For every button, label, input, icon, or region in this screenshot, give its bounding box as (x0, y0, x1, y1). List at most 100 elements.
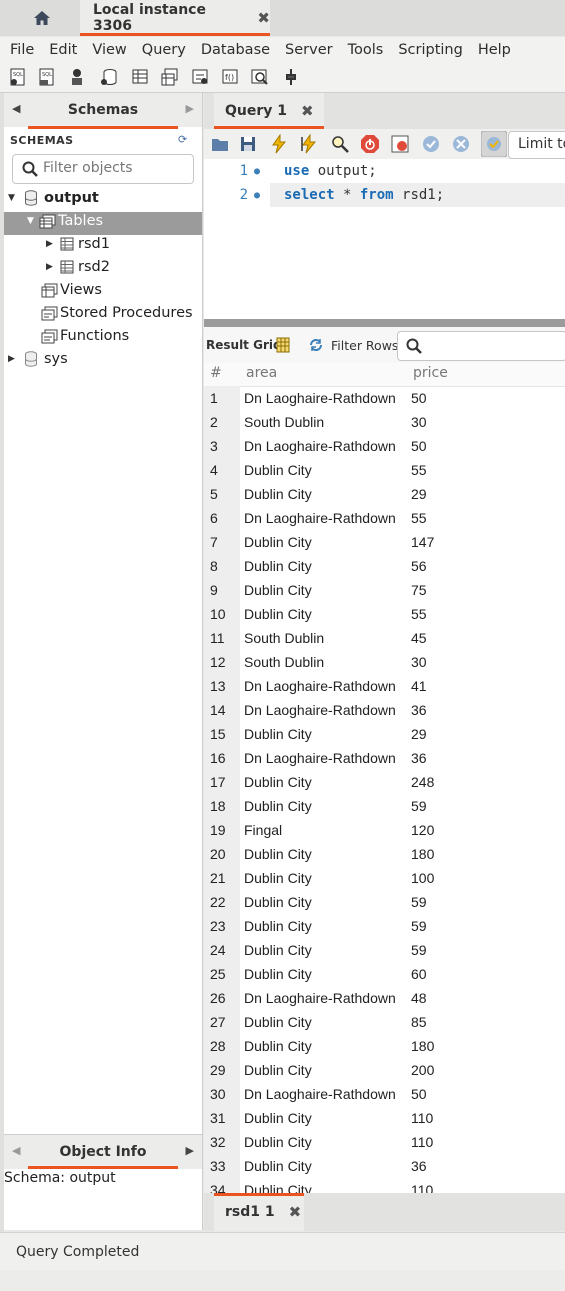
cell-area[interactable]: Dn Laoghaire-Rathdown (244, 678, 396, 694)
autocommit-toggle-icon[interactable] (481, 131, 507, 157)
cell-price[interactable]: 50 (411, 390, 427, 406)
expand-icon[interactable]: ▶ (46, 262, 58, 272)
tree-item-rsd2[interactable]: ▶ rsd2 (46, 259, 110, 275)
cell-area[interactable]: Dublin City (244, 1062, 312, 1078)
cell-price[interactable]: 59 (411, 798, 427, 814)
cell-price[interactable]: 36 (411, 702, 427, 718)
table-row[interactable]: 25 Dublin City 60 (204, 962, 565, 986)
table-row[interactable]: 2 South Dublin 30 (204, 410, 565, 434)
table-row[interactable]: 17 Dublin City 248 (204, 770, 565, 794)
table-row[interactable]: 13 Dn Laoghaire-Rathdown 41 (204, 674, 565, 698)
code-line-1[interactable]: 1 ● use output; (204, 159, 565, 183)
cell-area[interactable]: Dublin City (244, 1038, 312, 1054)
table-row[interactable]: 8 Dublin City 56 (204, 554, 565, 578)
panel-splitter[interactable] (204, 319, 565, 327)
execute-current-icon[interactable] (299, 134, 319, 154)
create-table-icon[interactable] (130, 67, 150, 87)
inspector-icon[interactable] (67, 67, 87, 87)
menu-edit[interactable]: Edit (49, 42, 77, 58)
cell-area[interactable]: Dn Laoghaire-Rathdown (244, 990, 396, 1006)
cell-price[interactable]: 248 (411, 774, 434, 790)
open-file-icon[interactable] (210, 134, 230, 154)
cell-price[interactable]: 41 (411, 678, 427, 694)
column-header-area[interactable]: area (246, 365, 277, 381)
expand-icon[interactable]: ▶ (46, 239, 58, 249)
cell-area[interactable]: Dublin City (244, 462, 312, 478)
cell-price[interactable]: 110 (411, 1134, 433, 1150)
cell-price[interactable]: 110 (411, 1182, 433, 1193)
object-info-tab[interactable]: Object Info (4, 1144, 202, 1160)
stop-icon[interactable] (360, 134, 380, 154)
cell-price[interactable]: 75 (411, 582, 427, 598)
create-view-icon[interactable] (160, 67, 180, 87)
menu-database[interactable]: Database (201, 42, 270, 58)
cell-price[interactable]: 59 (411, 918, 427, 934)
table-row[interactable]: 29 Dublin City 200 (204, 1058, 565, 1082)
cell-price[interactable]: 59 (411, 894, 427, 910)
refresh-icon[interactable]: ⟳ (178, 133, 187, 146)
table-row[interactable]: 23 Dublin City 59 (204, 914, 565, 938)
create-procedure-icon[interactable] (190, 67, 210, 87)
cell-area[interactable]: Dublin City (244, 894, 312, 910)
new-sql-tab-icon[interactable]: SQL (8, 67, 28, 87)
save-icon[interactable] (238, 134, 258, 154)
table-row[interactable]: 15 Dublin City 29 (204, 722, 565, 746)
cell-area[interactable]: Dublin City (244, 534, 312, 550)
execute-icon[interactable] (269, 134, 289, 154)
cell-price[interactable]: 85 (411, 1014, 427, 1030)
cell-area[interactable]: Dublin City (244, 486, 312, 502)
cell-price[interactable]: 30 (411, 654, 427, 670)
table-row[interactable]: 24 Dublin City 59 (204, 938, 565, 962)
table-row[interactable]: 4 Dublin City 55 (204, 458, 565, 482)
cell-price[interactable]: 48 (411, 990, 427, 1006)
cell-area[interactable]: Dublin City (244, 1014, 312, 1030)
collapse-icon[interactable]: ▼ (8, 193, 20, 203)
right-arrow-icon[interactable]: ▶ (186, 1144, 194, 1157)
cell-price[interactable]: 120 (411, 822, 434, 838)
table-row[interactable]: 27 Dublin City 85 (204, 1010, 565, 1034)
table-row[interactable]: 32 Dublin City 110 (204, 1130, 565, 1154)
table-row[interactable]: 34 Dublin City 110 (204, 1178, 565, 1193)
cell-area[interactable]: Dublin City (244, 942, 312, 958)
cell-price[interactable]: 180 (411, 1038, 434, 1054)
table-row[interactable]: 3 Dn Laoghaire-Rathdown 50 (204, 434, 565, 458)
cell-area[interactable]: Dublin City (244, 606, 312, 622)
table-row[interactable]: 6 Dn Laoghaire-Rathdown 55 (204, 506, 565, 530)
table-row[interactable]: 21 Dublin City 100 (204, 866, 565, 890)
cell-price[interactable]: 29 (411, 486, 427, 502)
menu-view[interactable]: View (92, 42, 126, 58)
menu-tools[interactable]: Tools (348, 42, 384, 58)
table-row[interactable]: 1 Dn Laoghaire-Rathdown 50 (204, 386, 565, 410)
query-tab[interactable]: Query 1 ✖ (214, 93, 324, 129)
tree-item-views[interactable]: Views (41, 282, 102, 298)
close-icon[interactable]: ✖ (301, 102, 314, 120)
tree-item-stored-procedures[interactable]: Stored Procedures (41, 305, 193, 321)
cell-area[interactable]: Dublin City (244, 1158, 312, 1174)
cell-price[interactable]: 100 (411, 870, 434, 886)
code-line-2[interactable]: 2 ● select * from rsd1; (204, 183, 565, 207)
cell-area[interactable]: Dublin City (244, 966, 312, 982)
table-row[interactable]: 11 South Dublin 45 (204, 626, 565, 650)
table-row[interactable]: 7 Dublin City 147 (204, 530, 565, 554)
expand-icon[interactable]: ▶ (8, 354, 20, 364)
filter-rows-input[interactable] (397, 331, 565, 361)
table-row[interactable]: 26 Dn Laoghaire-Rathdown 48 (204, 986, 565, 1010)
cell-area[interactable]: South Dublin (244, 654, 324, 670)
schema-sys[interactable]: ▶ sys (8, 351, 68, 367)
menu-scripting[interactable]: Scripting (398, 42, 462, 58)
filter-refresh-icon[interactable] (308, 338, 324, 352)
table-row[interactable]: 19 Fingal 120 (204, 818, 565, 842)
cell-price[interactable]: 180 (411, 846, 434, 862)
result-tab[interactable]: rsd1 1 ✖ (214, 1193, 304, 1231)
cell-area[interactable]: Dublin City (244, 726, 312, 742)
cell-price[interactable]: 36 (411, 750, 427, 766)
create-function-icon[interactable]: f() (220, 67, 240, 87)
home-button[interactable] (22, 4, 62, 32)
schemas-tab[interactable]: Schemas (4, 102, 202, 118)
cell-area[interactable]: Dublin City (244, 558, 312, 574)
cell-area[interactable]: Dublin City (244, 798, 312, 814)
right-arrow-icon[interactable]: ▶ (186, 102, 194, 115)
cell-area[interactable]: Dn Laoghaire-Rathdown (244, 438, 396, 454)
cell-price[interactable]: 55 (411, 510, 427, 526)
grid-view-icon[interactable] (276, 337, 290, 353)
